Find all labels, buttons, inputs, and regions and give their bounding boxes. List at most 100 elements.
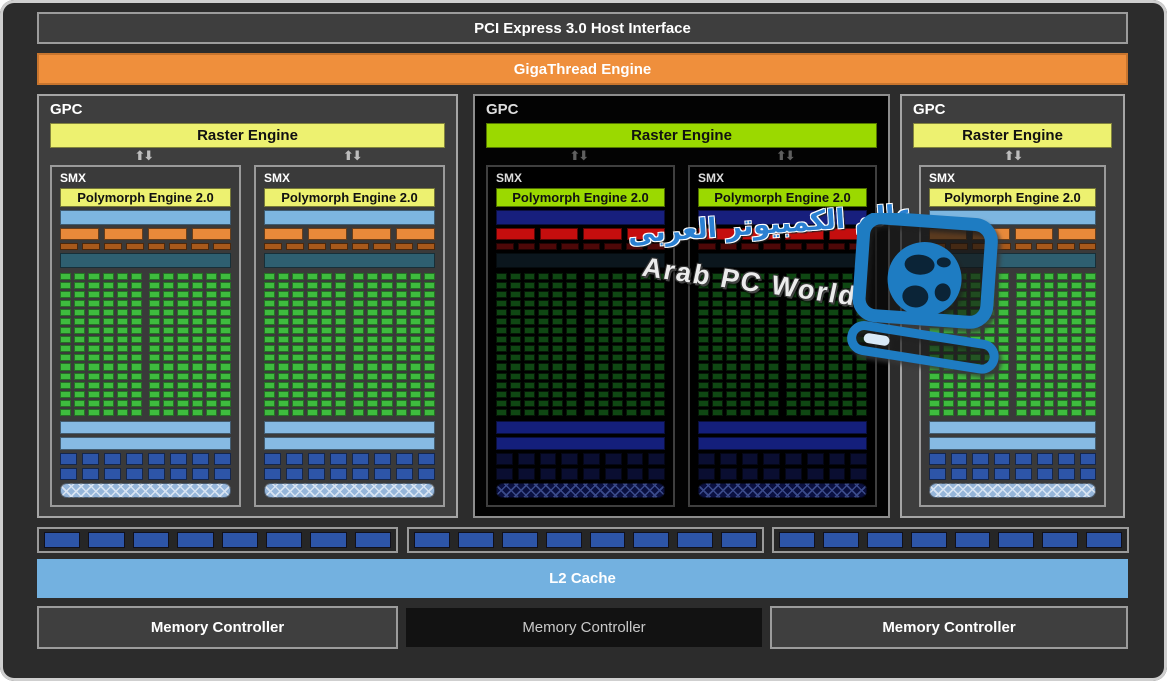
dispatch-unit-row: [496, 243, 665, 250]
cuda-core: [984, 354, 995, 361]
cuda-core: [598, 400, 609, 407]
smx-block: SMXPolymorph Engine 2.0: [486, 165, 675, 508]
cuda-core: [943, 345, 954, 352]
cuda-core: [1016, 409, 1027, 416]
cuda-core: [566, 327, 577, 334]
cuda-core: [177, 400, 188, 407]
cuda-core: [1016, 300, 1027, 307]
cuda-core: [943, 382, 954, 389]
cuda-core: [307, 309, 318, 316]
cuda-core: [856, 382, 867, 389]
cuda-core: [1085, 300, 1096, 307]
cuda-core: [814, 327, 825, 334]
cuda-core: [292, 400, 303, 407]
cuda-core: [552, 309, 563, 316]
dispatch-unit: [286, 243, 304, 250]
cuda-core: [88, 336, 99, 343]
cuda-core: [220, 327, 231, 334]
cuda-core: [598, 382, 609, 389]
load-store-unit: [929, 468, 946, 480]
cuda-core: [698, 300, 709, 307]
load-store-unit: [374, 453, 391, 465]
cuda-core: [786, 309, 797, 316]
cuda-core: [149, 391, 160, 398]
cuda-core: [842, 273, 853, 280]
cuda-core: [367, 309, 378, 316]
cuda-core: [524, 363, 535, 370]
cuda-core: [970, 391, 981, 398]
cuda-core: [612, 300, 623, 307]
cuda-core: [510, 318, 521, 325]
cuda-core: [800, 391, 811, 398]
load-store-unit: [330, 453, 347, 465]
cuda-core: [786, 273, 797, 280]
dispatch-unit: [1057, 243, 1074, 250]
cuda-core: [1016, 327, 1027, 334]
cuda-core: [292, 309, 303, 316]
cuda-core: [335, 318, 346, 325]
cuda-core: [149, 282, 160, 289]
cuda-core: [654, 318, 665, 325]
cuda-core: [768, 373, 779, 380]
cuda-core: [1085, 363, 1096, 370]
cuda-core: [800, 363, 811, 370]
load-store-unit: [1015, 453, 1032, 465]
cuda-core: [117, 318, 128, 325]
cuda-core: [381, 318, 392, 325]
cuda-core: [754, 354, 765, 361]
cuda-core: [424, 273, 435, 280]
load-store-unit: [540, 453, 557, 465]
cuda-core: [970, 373, 981, 380]
gpc-label: GPC: [902, 96, 1123, 120]
cuda-core: [712, 382, 723, 389]
cuda-core: [970, 345, 981, 352]
load-store-unit: [264, 468, 281, 480]
cuda-core: [1085, 291, 1096, 298]
cuda-core: [335, 336, 346, 343]
load-store-unit: [60, 453, 77, 465]
cuda-core: [117, 273, 128, 280]
cuda-core: [321, 309, 332, 316]
cuda-core: [828, 400, 839, 407]
cuda-core: [1057, 291, 1068, 298]
up-down-arrows-icon: ⬆⬇: [902, 150, 1123, 163]
cuda-core: [292, 409, 303, 416]
cuda-core: [842, 400, 853, 407]
cuda-core: [626, 273, 637, 280]
cuda-core: [1071, 300, 1082, 307]
cuda-core: [612, 318, 623, 325]
dispatch-unit: [806, 243, 824, 250]
cuda-core: [654, 391, 665, 398]
cuda-core: [740, 409, 751, 416]
cuda-core: [957, 400, 968, 407]
cuda-core: [1085, 373, 1096, 380]
cuda-core: [335, 309, 346, 316]
cuda-core: [117, 363, 128, 370]
cuda-core: [177, 354, 188, 361]
shared-memory-bar: [496, 421, 665, 434]
cuda-core: [943, 309, 954, 316]
shared-memory-bar: [929, 437, 1096, 450]
cuda-core: [131, 291, 142, 298]
cuda-core: [1071, 409, 1082, 416]
cuda-core: [712, 318, 723, 325]
load-store-unit: [648, 468, 665, 480]
cuda-core: [1030, 273, 1041, 280]
cuda-core: [60, 382, 71, 389]
cuda-core: [814, 409, 825, 416]
cuda-core: [264, 345, 275, 352]
load-store-unit: [126, 468, 143, 480]
smx-block: SMXPolymorph Engine 2.0: [50, 165, 241, 508]
warp-scheduler-row: [264, 228, 435, 240]
cuda-core: [149, 345, 160, 352]
shared-memory-bar: [698, 437, 867, 450]
cuda-core: [740, 400, 751, 407]
cuda-core: [566, 382, 577, 389]
cuda-core: [1071, 336, 1082, 343]
cuda-core: [842, 363, 853, 370]
cuda-core: [712, 391, 723, 398]
cuda-core: [552, 282, 563, 289]
load-store-unit: [561, 453, 578, 465]
cuda-core: [626, 409, 637, 416]
cuda-core: [856, 363, 867, 370]
